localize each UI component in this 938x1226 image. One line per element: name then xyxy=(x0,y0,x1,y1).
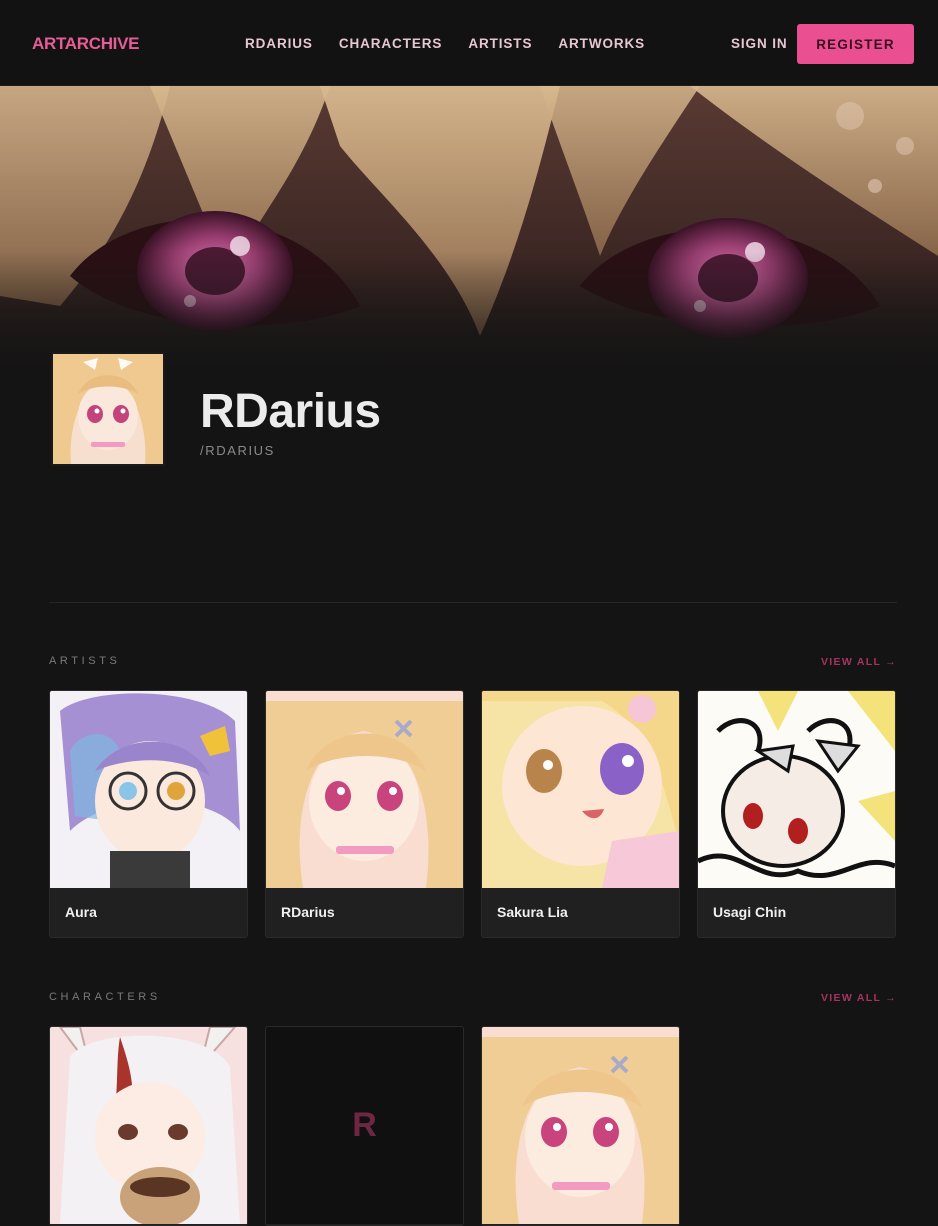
character-card[interactable] xyxy=(481,1026,680,1226)
profile-name: RDarius xyxy=(200,385,381,438)
profile-avatar xyxy=(51,352,165,466)
character-card[interactable] xyxy=(49,1026,248,1226)
banner-image xyxy=(0,86,938,386)
artist-card-usagi-chin[interactable]: Usagi Chin xyxy=(697,690,896,938)
nav-item-artists[interactable]: ARTISTS xyxy=(468,36,532,51)
characters-section-title: CHARACTERS xyxy=(49,991,161,1003)
characters-view-all-link[interactable]: VIEW ALL → xyxy=(821,992,897,1004)
artist-thumbnail xyxy=(482,691,679,888)
sign-in-link[interactable]: SIGN IN xyxy=(731,36,788,51)
artist-name: Aura xyxy=(65,904,97,920)
nav-item-characters[interactable]: CHARACTERS xyxy=(339,36,443,51)
artist-thumbnail xyxy=(266,691,463,888)
artists-view-all-link[interactable]: VIEW ALL → xyxy=(821,656,897,668)
profile-banner xyxy=(0,86,938,386)
section-divider xyxy=(49,602,897,603)
character-placeholder: R xyxy=(266,1027,463,1224)
artist-name: Sakura Lia xyxy=(497,904,568,920)
register-button[interactable]: REGISTER xyxy=(797,24,914,64)
artist-card-aura[interactable]: Aura xyxy=(49,690,248,938)
artist-name: RDarius xyxy=(281,904,335,920)
top-navigation-bar: ARTARCHIVE RDARIUS CHARACTERS ARTISTS AR… xyxy=(0,0,938,86)
artist-card-rdarius[interactable]: RDarius xyxy=(265,690,464,938)
character-thumbnail xyxy=(50,1027,247,1224)
artists-section-title: ARTISTS xyxy=(49,655,121,667)
main-nav: RDARIUS CHARACTERS ARTISTS ARTWORKS xyxy=(245,36,671,51)
artist-thumbnail xyxy=(50,691,247,888)
nav-item-artworks[interactable]: ARTWORKS xyxy=(558,36,645,51)
artist-card-sakura-lia[interactable]: Sakura Lia xyxy=(481,690,680,938)
character-card[interactable]: R xyxy=(265,1026,464,1226)
brand-logo[interactable]: ARTARCHIVE xyxy=(32,34,139,54)
profile-handle: /RDARIUS xyxy=(200,443,275,458)
artist-name: Usagi Chin xyxy=(713,904,787,920)
character-thumbnail xyxy=(482,1027,679,1224)
character-initial: R xyxy=(352,1106,377,1144)
nav-item-rdarius[interactable]: RDARIUS xyxy=(245,36,313,51)
artist-thumbnail xyxy=(698,691,895,888)
